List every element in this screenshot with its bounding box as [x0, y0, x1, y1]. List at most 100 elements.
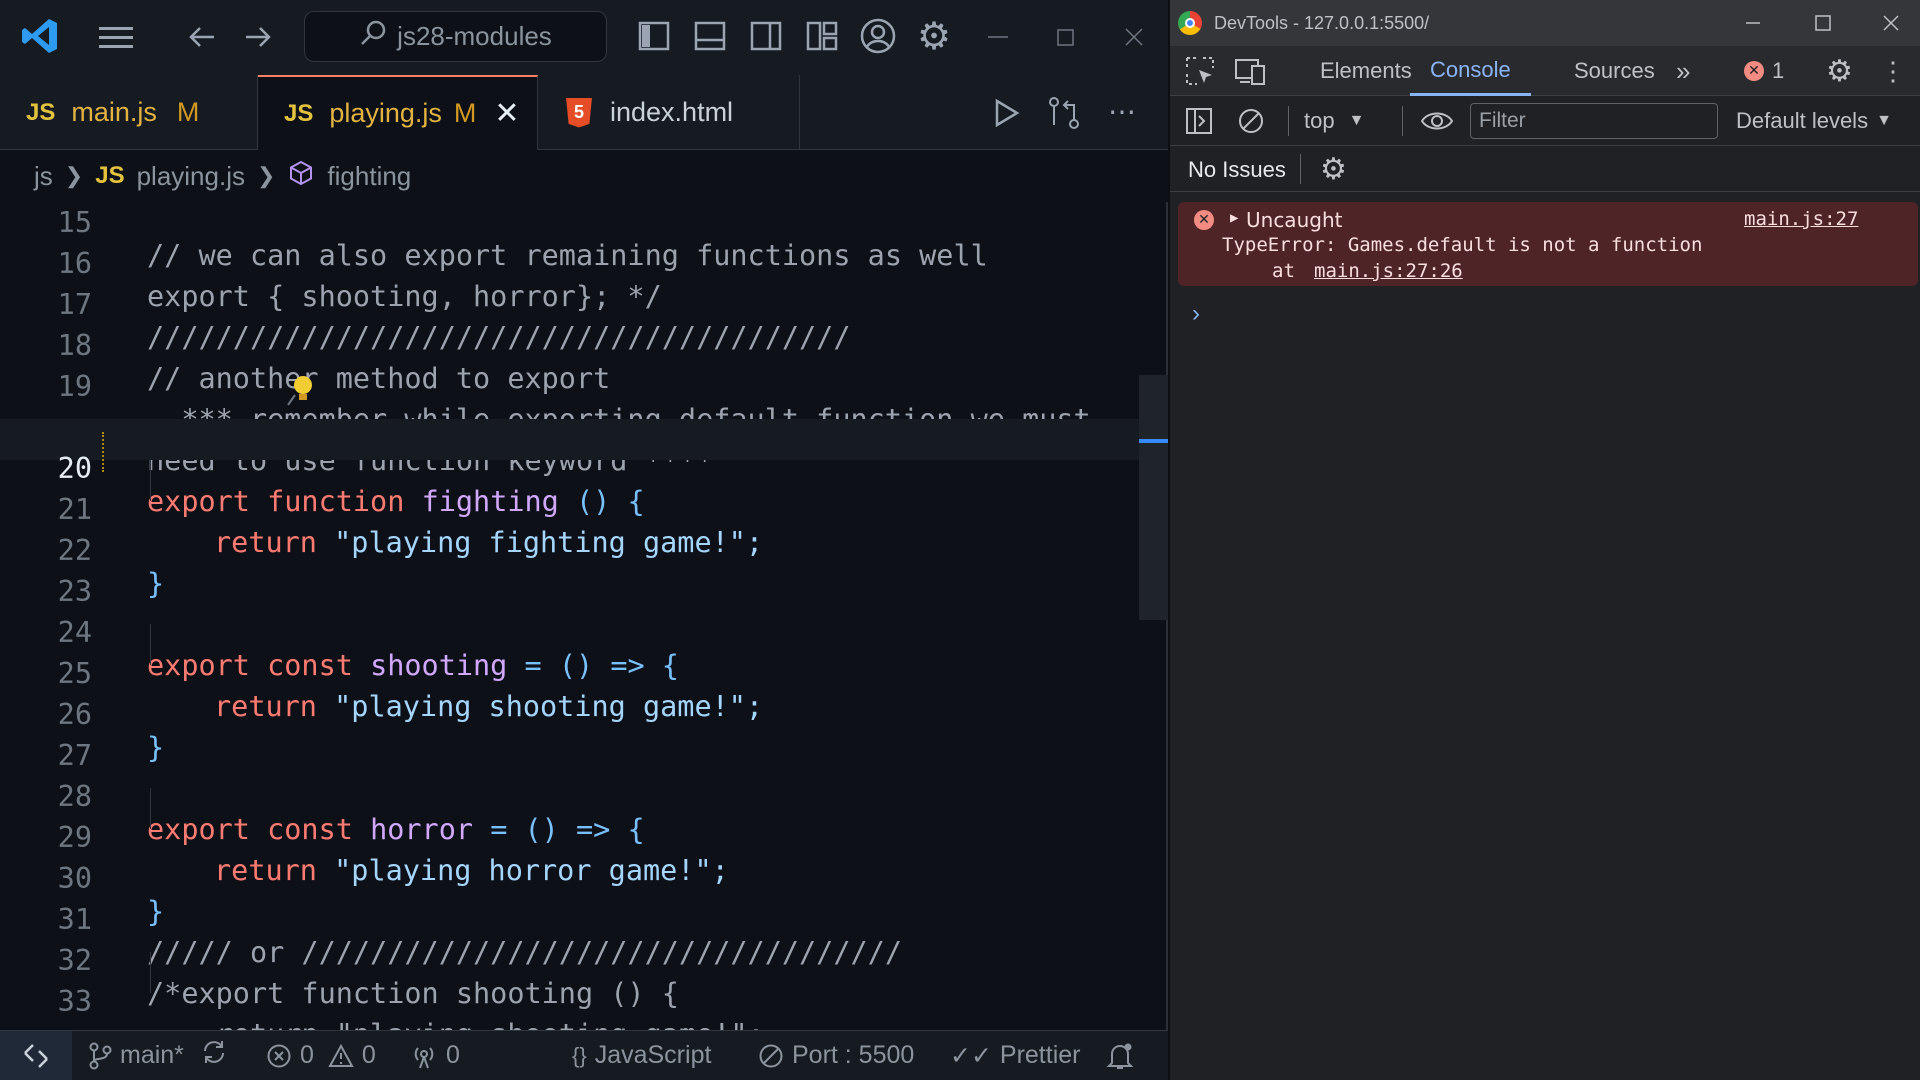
- clear-console-icon[interactable]: [1236, 106, 1266, 142]
- sync-icon[interactable]: [200, 1038, 228, 1073]
- tab-elements[interactable]: Elements: [1320, 46, 1412, 96]
- console-settings-gear-icon[interactable]: ⚙: [1320, 152, 1347, 187]
- device-toolbar-icon[interactable]: [1234, 46, 1268, 96]
- devtools-title-bar: DevTools - 127.0.0.1:5500/: [1170, 0, 1920, 46]
- breadcrumb-folder[interactable]: js: [34, 161, 53, 192]
- more-options-icon[interactable]: ⋮: [1880, 46, 1906, 96]
- console-toolbar: top ▼ Filter Default levels ▼: [1170, 96, 1920, 146]
- more-actions-icon[interactable]: ⋯: [1102, 93, 1142, 129]
- close-window-icon[interactable]: [1876, 8, 1906, 43]
- log-levels-dropdown[interactable]: Default levels ▼: [1736, 108, 1892, 134]
- search-text: js28-modules: [397, 21, 552, 51]
- tab-modified-badge: M: [176, 97, 200, 127]
- search-icon: [359, 19, 387, 54]
- issues-label[interactable]: No Issues: [1188, 157, 1286, 183]
- prettier-status[interactable]: ✓✓ Prettier: [950, 1041, 1081, 1071]
- remote-indicator-icon[interactable]: [0, 1030, 72, 1080]
- breadcrumb-symbol[interactable]: fighting: [327, 161, 411, 192]
- live-expression-eye-icon[interactable]: [1420, 106, 1454, 142]
- tab-label: index.html: [610, 97, 734, 127]
- code-line: 34 }: [0, 993, 1140, 1030]
- warning-count: 0: [361, 1041, 376, 1069]
- code-line: 26 }: [0, 665, 1140, 764]
- console-filter-input[interactable]: Filter: [1470, 103, 1718, 139]
- html5-file-icon: 5: [566, 97, 592, 128]
- ports-indicator[interactable]: 0: [410, 1041, 460, 1070]
- code-line-current: 20 export function fighting () {: [0, 419, 1140, 518]
- error-count-badge[interactable]: ✕ 1: [1744, 46, 1784, 96]
- title-bar: js28-modules ⚙: [0, 0, 1168, 75]
- code-line: 28 export const horror = () => {: [0, 747, 1140, 846]
- git-branch-icon: [89, 1042, 112, 1069]
- error-icon: ✕: [1194, 210, 1214, 230]
- sidebar-toggle-icon[interactable]: [1184, 106, 1214, 142]
- expand-triangle-icon[interactable]: ▶: [1230, 210, 1238, 226]
- tab-index-html[interactable]: 5 index.html: [538, 75, 800, 150]
- indent-guide: [150, 460, 151, 501]
- minimize-icon[interactable]: [1738, 8, 1768, 43]
- customize-layout-icon[interactable]: [804, 18, 840, 54]
- forward-arrow-icon[interactable]: [240, 20, 276, 54]
- code-line: 23: [0, 542, 1140, 608]
- maximize-icon[interactable]: [1808, 8, 1838, 43]
- tab-console[interactable]: Console: [1410, 46, 1531, 96]
- breadcrumb-file[interactable]: playing.js: [137, 161, 245, 192]
- account-icon[interactable]: [858, 16, 898, 56]
- run-icon[interactable]: [988, 95, 1024, 131]
- git-modified-gutter: [102, 432, 106, 472]
- notifications-bell-icon[interactable]: [1106, 1041, 1134, 1071]
- open-changes-icon[interactable]: [1044, 95, 1084, 131]
- tab-main-js[interactable]: JS main.js M: [0, 75, 258, 150]
- close-window-icon[interactable]: [1116, 22, 1152, 52]
- devtools-tab-bar: Elements Console Sources » ✕ 1 ⚙ ⋮: [1170, 46, 1920, 96]
- toggle-panel-icon[interactable]: [692, 18, 728, 54]
- braces-icon: {}: [572, 1042, 587, 1068]
- settings-gear-icon[interactable]: ⚙: [914, 16, 954, 58]
- menu-icon[interactable]: [96, 20, 136, 54]
- live-server-port[interactable]: Port : 5500: [758, 1041, 914, 1070]
- language-mode[interactable]: {} JavaScript: [572, 1041, 711, 1070]
- maximize-icon[interactable]: [1048, 22, 1084, 52]
- devtools-title: DevTools - 127.0.0.1:5500/: [1214, 12, 1430, 33]
- double-check-icon: ✓✓: [950, 1041, 992, 1070]
- js-file-icon: JS: [284, 99, 314, 127]
- git-branch[interactable]: main*: [88, 1038, 228, 1073]
- code-line: 25 return "playing shooting game!";: [0, 624, 1140, 723]
- toolbar-divider: [1402, 106, 1403, 136]
- code-line: 16 export { shooting, horror}; */: [0, 214, 1140, 313]
- context-label: top: [1304, 108, 1335, 133]
- inspect-element-icon[interactable]: [1184, 46, 1216, 96]
- tab-sources[interactable]: Sources: [1574, 46, 1655, 96]
- chrome-logo-icon: [1178, 11, 1202, 35]
- toggle-primary-sidebar-icon[interactable]: [636, 18, 672, 54]
- error-source-link[interactable]: main.js:27: [1744, 208, 1858, 230]
- minimize-icon[interactable]: [980, 22, 1016, 52]
- toggle-secondary-sidebar-icon[interactable]: [748, 18, 784, 54]
- code-editor[interactable]: 15 // we can also export remaining funct…: [0, 190, 1140, 1030]
- settings-gear-icon[interactable]: ⚙: [1826, 46, 1853, 96]
- editor-scrollbar[interactable]: [1139, 375, 1168, 620]
- tab-modified-badge: M: [453, 98, 477, 128]
- code-line: 27: [0, 706, 1140, 772]
- close-tab-icon[interactable]: ✕: [494, 96, 519, 131]
- indent-guide: [150, 788, 151, 829]
- more-tabs-chevron-icon[interactable]: »: [1676, 46, 1690, 96]
- language-label: JavaScript: [594, 1041, 712, 1069]
- js-file-icon: JS: [95, 162, 125, 189]
- stack-location-link[interactable]: main.js:27:26: [1314, 260, 1463, 282]
- console-prompt-chevron-icon[interactable]: ›: [1192, 300, 1200, 328]
- code-line: 19 *** remember while exporting default …: [0, 337, 1140, 436]
- tab-playing-js[interactable]: JS playing.js M ✕: [258, 75, 538, 150]
- tab-label: playing.js: [329, 98, 442, 128]
- error-head: Uncaught: [1246, 208, 1343, 232]
- devtools-window: DevTools - 127.0.0.1:5500/ Elements Cons…: [1170, 0, 1920, 1080]
- context-selector[interactable]: top ▼: [1304, 108, 1364, 134]
- console-error-message[interactable]: ✕ ▶ Uncaught main.js:27 TypeError: Games…: [1178, 202, 1918, 286]
- problems-indicator[interactable]: 0 0: [266, 1041, 376, 1070]
- chevron-right-icon: ❯: [64, 163, 84, 188]
- editor-tab-bar: JS main.js M JS playing.js M ✕ 5 index.h…: [0, 75, 1168, 150]
- back-arrow-icon[interactable]: [184, 20, 220, 54]
- error-message: TypeError: Games.default is not a functi…: [1222, 234, 1703, 256]
- command-center-search[interactable]: js28-modules: [304, 11, 607, 62]
- code-line: 30 }: [0, 829, 1140, 928]
